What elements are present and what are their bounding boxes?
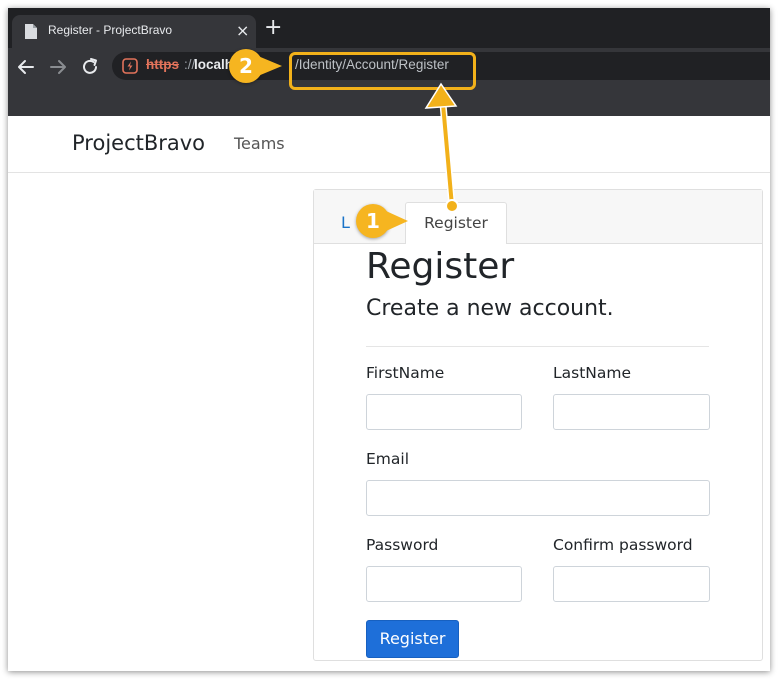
- site-navbar: ProjectBravo Teams: [8, 116, 770, 173]
- browser-window: Register - ProjectBravo × + https :// lo…: [8, 8, 770, 671]
- not-secure-icon[interactable]: [122, 58, 138, 74]
- url-scheme: https: [146, 57, 179, 72]
- tab-register[interactable]: Register: [405, 202, 507, 244]
- nav-link-teams[interactable]: Teams: [234, 134, 285, 153]
- close-tab-icon[interactable]: ×: [236, 21, 249, 41]
- divider: [366, 346, 709, 347]
- first-name-field[interactable]: [366, 394, 522, 430]
- last-name-label: LastName: [553, 364, 632, 382]
- brand-link[interactable]: ProjectBravo: [72, 131, 205, 155]
- new-tab-button[interactable]: +: [264, 17, 282, 39]
- step-1-badge: 1: [356, 204, 390, 238]
- last-name-field[interactable]: [553, 394, 710, 430]
- tab-strip: Register - ProjectBravo × +: [8, 8, 770, 48]
- email-label: Email: [366, 450, 410, 468]
- url-highlight-box: [289, 52, 476, 90]
- forward-icon[interactable]: [46, 55, 70, 79]
- url-host: localh: [194, 57, 234, 72]
- password-label: Password: [366, 536, 439, 554]
- register-button[interactable]: Register: [366, 620, 459, 658]
- page-title: Register: [366, 246, 515, 287]
- confirm-password-field[interactable]: [553, 566, 710, 602]
- email-field[interactable]: [366, 480, 710, 516]
- step-1-pointer: [386, 211, 408, 231]
- page-subtitle: Create a new account.: [366, 296, 614, 321]
- tab-title: Register - ProjectBravo: [48, 23, 173, 37]
- password-field[interactable]: [366, 566, 522, 602]
- reload-icon[interactable]: [78, 55, 102, 79]
- tab-register-label: Register: [424, 214, 488, 232]
- register-card: L Register Register Create a new account…: [313, 189, 763, 661]
- back-icon[interactable]: [14, 55, 38, 79]
- browser-tab[interactable]: Register - ProjectBravo ×: [12, 15, 256, 48]
- confirm-password-label: Confirm password: [553, 536, 693, 554]
- page-icon: [25, 24, 37, 39]
- first-name-label: FirstName: [366, 364, 445, 382]
- tab-login[interactable]: L: [341, 213, 350, 232]
- step-2-pointer: [258, 56, 282, 76]
